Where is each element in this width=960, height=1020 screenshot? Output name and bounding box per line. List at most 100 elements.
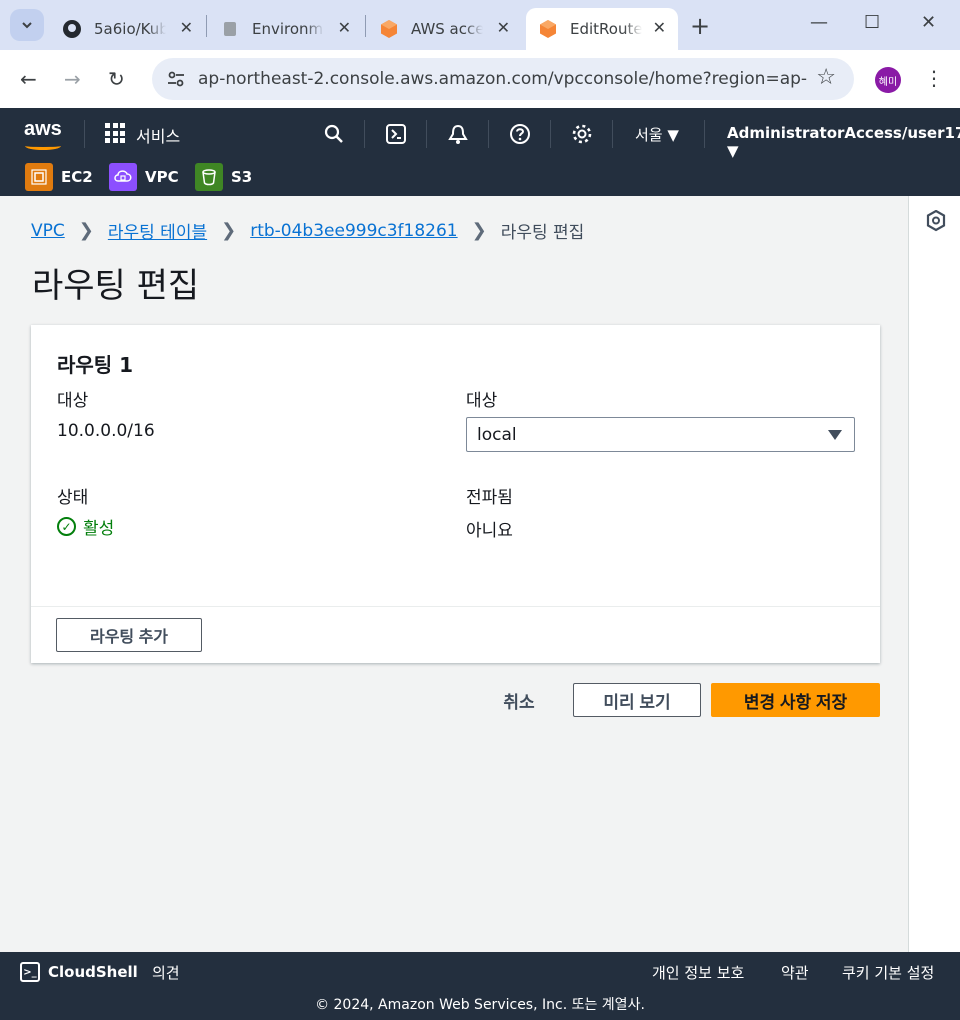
save-changes-button[interactable]: 변경 사항 저장 xyxy=(711,683,880,717)
url-text: ap-northeast-2.console.aws.amazon.com/vp… xyxy=(198,69,808,89)
aws-console-footer: >_ CloudShell 의견 개인 정보 보호 약관 쿠키 기본 설정 © … xyxy=(0,952,960,1020)
breadcrumb-vpc-link[interactable]: VPC xyxy=(31,221,65,241)
copyright-text: © 2024, Amazon Web Services, Inc. 또는 계열사… xyxy=(315,997,645,1013)
terms-link[interactable]: 약관 xyxy=(781,962,809,983)
card-divider xyxy=(31,606,880,607)
breadcrumb-current: 라우팅 편집 xyxy=(500,223,585,243)
header-divider xyxy=(84,120,85,148)
bookmark-star-icon[interactable]: ☆ xyxy=(816,65,836,90)
check-circle-icon: ✓ xyxy=(57,517,76,536)
chevron-right-icon: ❯ xyxy=(78,220,94,241)
header-divider xyxy=(704,120,705,148)
feedback-link[interactable]: 의견 xyxy=(152,962,180,983)
tab-title: Environme xyxy=(252,20,324,38)
header-divider xyxy=(550,120,551,148)
breadcrumb-route-table-id-link[interactable]: rtb-04b3ee999c3f18261 xyxy=(250,221,457,241)
route-card: 라우팅 1 대상 10.0.0.0/16 대상 local 상태 ✓ 활성 전파… xyxy=(31,325,880,663)
cloudshell-label: CloudShell xyxy=(48,963,138,981)
aws-console-header: aws 서비스 서울 ▼ AdministratorAccess/user17 … xyxy=(0,108,960,196)
notifications-bell-icon[interactable] xyxy=(446,122,470,146)
help-icon[interactable] xyxy=(508,122,532,146)
right-side-panel xyxy=(908,196,960,952)
browser-menu-icon[interactable]: ⋮ xyxy=(924,66,944,90)
cancel-button[interactable]: 취소 xyxy=(486,683,552,717)
terminal-icon: >_ xyxy=(20,962,40,982)
destination-label: 대상 xyxy=(57,391,89,411)
close-icon[interactable]: ✕ xyxy=(653,18,666,37)
header-divider xyxy=(426,120,427,148)
tab-separator xyxy=(365,15,366,37)
tab-search-button[interactable] xyxy=(10,9,44,41)
header-divider xyxy=(612,120,613,148)
search-icon[interactable] xyxy=(322,122,346,146)
page-icon xyxy=(220,19,240,39)
propagated-label: 전파됨 xyxy=(466,488,513,508)
favorite-label: VPC xyxy=(145,168,179,186)
region-selector[interactable]: 서울 ▼ xyxy=(635,124,679,145)
favorite-label: EC2 xyxy=(61,168,93,186)
browser-tab-3[interactable]: AWS acce ✕ xyxy=(367,8,522,50)
cloudshell-icon[interactable] xyxy=(384,122,408,146)
breadcrumb: VPC ❯ 라우팅 테이블 ❯ rtb-04b3ee999c3f18261 ❯ … xyxy=(31,218,584,243)
browser-tabstrip: 5a6io/Kub ✕ Environme ✕ AWS acce ✕ EditR… xyxy=(0,0,960,50)
new-tab-icon[interactable]: + xyxy=(690,12,710,40)
site-settings-icon[interactable] xyxy=(166,69,186,93)
aws-logo-text: aws xyxy=(24,118,62,140)
tab-title: AWS acce xyxy=(411,20,483,38)
breadcrumb-route-tables-link[interactable]: 라우팅 테이블 xyxy=(108,218,207,243)
reload-icon[interactable]: ↻ xyxy=(108,67,125,91)
aws-smile-icon xyxy=(25,142,61,150)
cookie-preferences-link[interactable]: 쿠키 기본 설정 xyxy=(842,962,934,983)
browser-tab-1[interactable]: 5a6io/Kub ✕ xyxy=(50,8,205,50)
close-icon[interactable]: ✕ xyxy=(180,18,193,37)
browser-toolbar: ← → ↻ ap-northeast-2.console.aws.amazon.… xyxy=(0,50,960,108)
chevron-right-icon: ❯ xyxy=(471,220,487,241)
profile-avatar[interactable]: 혜미 xyxy=(875,67,901,93)
s3-icon xyxy=(195,163,223,191)
tab-separator xyxy=(206,15,207,37)
page-title: 라우팅 편집 xyxy=(32,266,200,306)
account-menu[interactable]: AdministratorAccess/user17 ▼ xyxy=(727,124,960,160)
favorite-s3[interactable]: S3 xyxy=(195,163,252,191)
cloudshell-button[interactable]: >_ CloudShell xyxy=(20,962,138,982)
header-divider xyxy=(488,120,489,148)
aws-cube-icon xyxy=(379,19,399,39)
preview-button[interactable]: 미리 보기 xyxy=(573,683,701,717)
chevron-right-icon: ❯ xyxy=(221,220,237,241)
favorite-vpc[interactable]: VPC xyxy=(109,163,179,191)
close-icon[interactable]: ✕ xyxy=(338,18,351,37)
services-grid-icon[interactable] xyxy=(105,123,125,143)
caret-down-icon xyxy=(828,430,842,440)
forward-arrow-icon[interactable]: → xyxy=(64,67,81,91)
maximize-icon[interactable]: ☐ xyxy=(864,12,880,33)
favorite-label: S3 xyxy=(231,168,253,186)
back-arrow-icon[interactable]: ← xyxy=(20,67,37,91)
aws-cube-icon xyxy=(538,19,558,39)
aws-logo[interactable]: aws xyxy=(24,118,62,150)
target-select[interactable]: local xyxy=(466,417,855,452)
vpc-icon xyxy=(109,163,137,191)
status-label: 상태 xyxy=(57,488,89,508)
add-route-button[interactable]: 라우팅 추가 xyxy=(56,618,202,652)
tab-title: 5a6io/Kub xyxy=(94,20,166,38)
address-bar[interactable]: ap-northeast-2.console.aws.amazon.com/vp… xyxy=(152,58,854,100)
header-divider xyxy=(364,120,365,148)
browser-tab-2[interactable]: Environme ✕ xyxy=(208,8,363,50)
status-indicator: ✓ 활성 xyxy=(57,514,114,539)
route-heading: 라우팅 1 xyxy=(57,353,134,377)
services-menu[interactable]: 서비스 xyxy=(136,123,180,147)
destination-value: 10.0.0.0/16 xyxy=(57,421,155,441)
feedback-hexagon-icon[interactable] xyxy=(926,209,946,236)
minimize-icon[interactable]: — xyxy=(810,12,828,33)
propagated-value: 아니요 xyxy=(466,521,513,541)
target-select-value: local xyxy=(477,425,517,445)
favorite-ec2[interactable]: EC2 xyxy=(25,163,93,191)
target-label: 대상 xyxy=(466,391,498,411)
settings-gear-icon[interactable] xyxy=(570,122,594,146)
privacy-link[interactable]: 개인 정보 보호 xyxy=(652,962,744,983)
ec2-icon xyxy=(25,163,53,191)
browser-tab-active[interactable]: EditRoutes ✕ xyxy=(526,8,678,50)
close-icon[interactable]: ✕ xyxy=(497,18,510,37)
github-icon xyxy=(62,19,82,39)
window-close-icon[interactable]: ✕ xyxy=(921,12,936,33)
